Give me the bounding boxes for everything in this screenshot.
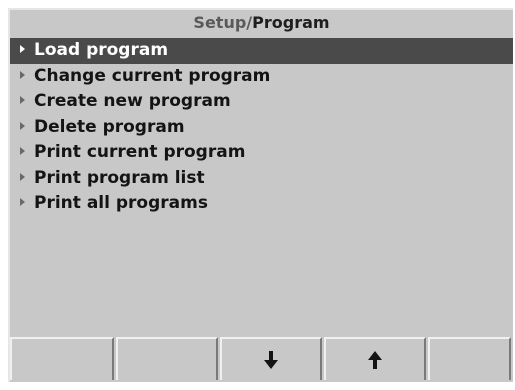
softkey-5[interactable] [428, 337, 511, 380]
breadcrumb-current: Program [252, 13, 330, 32]
breadcrumb-parent: Setup [193, 13, 247, 32]
menu-arrow-icon [20, 198, 25, 206]
arrow-down-icon [264, 350, 278, 369]
program-menu: Load program Change current program Crea… [10, 38, 513, 217]
menu-item-load-program[interactable]: Load program [10, 38, 513, 64]
softkey-scroll-up-button[interactable] [324, 337, 426, 380]
menu-arrow-icon [20, 96, 25, 104]
program-setup-screen: Setup/Program Load program Change curren… [8, 8, 513, 382]
softkey-scroll-down-button[interactable] [220, 337, 322, 380]
softkey-2[interactable] [116, 337, 218, 380]
page-title: Setup/Program [10, 10, 513, 36]
menu-item-change-current-program[interactable]: Change current program [10, 64, 513, 90]
softkey-bar [10, 337, 513, 382]
menu-arrow-icon [20, 147, 25, 155]
menu-arrow-icon [20, 70, 25, 79]
menu-item-label: Delete program [34, 116, 185, 137]
menu-arrow-icon [20, 45, 25, 53]
softkey-1[interactable] [10, 337, 114, 380]
menu-arrow-icon [20, 172, 25, 181]
menu-item-label: Print program list [34, 167, 205, 188]
menu-item-label: Create new program [34, 91, 231, 111]
menu-item-print-all-programs[interactable]: Print all programs [10, 191, 513, 217]
menu-item-label: Change current program [34, 65, 271, 86]
menu-item-print-program-list[interactable]: Print program list [10, 166, 513, 192]
menu-item-create-new-program[interactable]: Create new program [10, 89, 513, 115]
arrow-up-icon [368, 350, 382, 369]
menu-item-delete-program[interactable]: Delete program [10, 115, 513, 141]
menu-item-label: Print all programs [34, 193, 208, 213]
menu-item-print-current-program[interactable]: Print current program [10, 140, 513, 166]
menu-item-label: Print current program [34, 142, 246, 162]
menu-item-label: Load program [34, 40, 169, 60]
menu-arrow-icon [20, 121, 25, 130]
